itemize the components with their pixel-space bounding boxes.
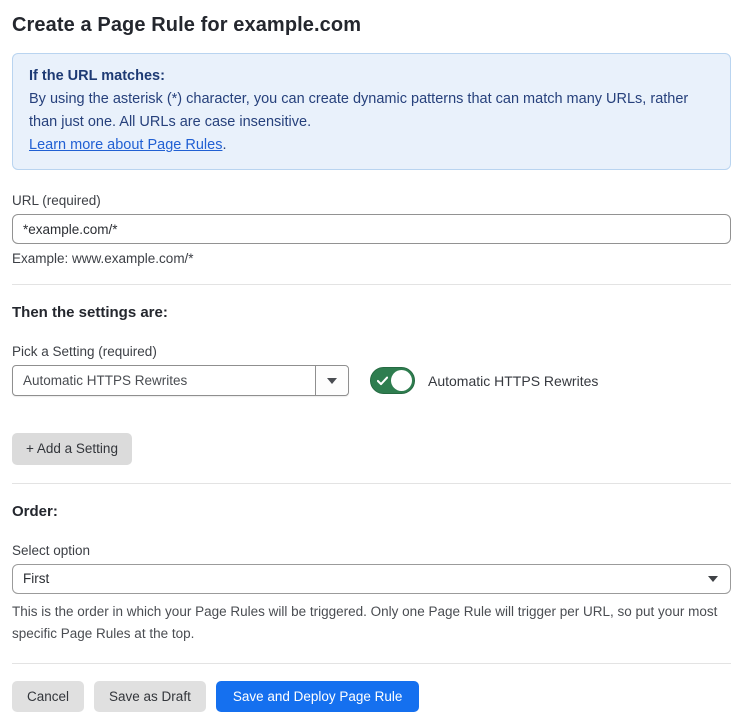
add-setting-button[interactable]: + Add a Setting: [12, 433, 132, 465]
https-rewrites-toggle[interactable]: [370, 367, 415, 394]
url-field-label: URL (required): [12, 193, 101, 208]
save-draft-button[interactable]: Save as Draft: [94, 680, 206, 712]
info-box-heading: If the URL matches:: [29, 68, 165, 84]
url-input[interactable]: [12, 214, 731, 244]
order-section-heading: Order:: [12, 502, 58, 520]
settings-section-heading: Then the settings are:: [12, 304, 168, 321]
url-example-hint: Example: www.example.com/*: [12, 251, 194, 266]
order-select[interactable]: First: [12, 563, 731, 594]
order-select-value: First: [23, 571, 50, 586]
divider: [12, 662, 731, 664]
footer-actions: Cancel Save as Draft Save and Deploy Pag…: [12, 680, 731, 712]
cancel-button[interactable]: Cancel: [12, 680, 85, 712]
check-icon: [377, 376, 388, 386]
save-deploy-button[interactable]: Save and Deploy Page Rule: [215, 680, 420, 712]
setting-dropdown-arrow-button[interactable]: [315, 366, 348, 395]
chevron-down-icon: [327, 377, 337, 384]
toggle-label: Automatic HTTPS Rewrites: [428, 372, 599, 389]
info-box-body: By using the asterisk (*) character, you…: [29, 91, 689, 130]
create-page-rule-panel: Create a Page Rule for example.com If th…: [0, 0, 743, 728]
divider: [12, 284, 731, 285]
info-box-link-line: Learn more about Page Rules.: [29, 134, 714, 157]
setting-dropdown[interactable]: Automatic HTTPS Rewrites: [12, 365, 349, 396]
pick-setting-label: Pick a Setting (required): [12, 344, 157, 359]
link-period: .: [222, 137, 227, 153]
select-caret-icon: [708, 575, 718, 582]
order-help-text: This is the order in which your Page Rul…: [12, 603, 718, 641]
toggle-knob: [391, 370, 412, 391]
setting-toggle-wrap: Automatic HTTPS Rewrites: [370, 367, 598, 394]
order-select-label: Select option: [12, 542, 91, 558]
setting-picker-row: Automatic HTTPS Rewrites Automatic HTTPS…: [12, 365, 731, 396]
url-match-info-box: If the URL matches: By using the asteris…: [12, 53, 731, 170]
page-title: Create a Page Rule for example.com: [12, 14, 362, 36]
divider: [12, 482, 731, 484]
setting-dropdown-value: Automatic HTTPS Rewrites: [23, 373, 188, 388]
learn-more-link[interactable]: Learn more about Page Rules: [29, 137, 222, 153]
